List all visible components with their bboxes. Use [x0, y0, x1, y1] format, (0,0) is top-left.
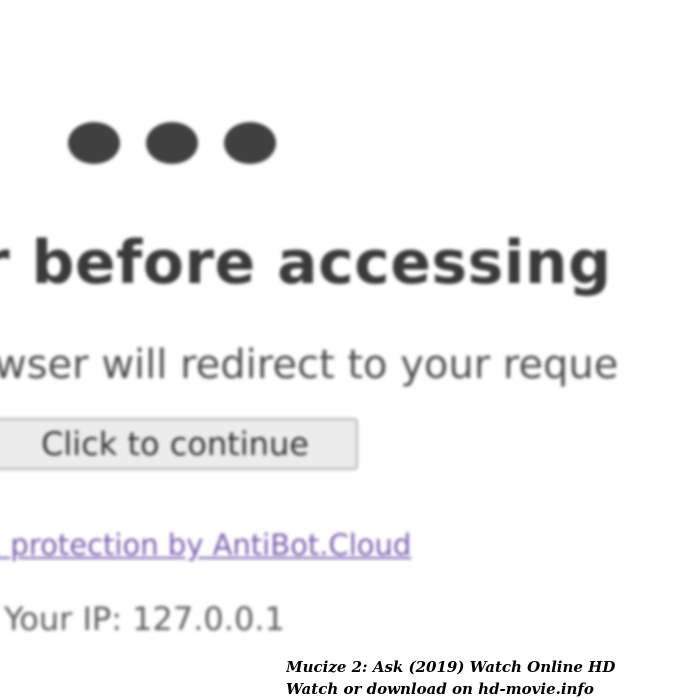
loading-dot: [224, 122, 276, 164]
watermark-line-1: Mucize 2: Ask (2019) Watch Online HD: [286, 658, 616, 676]
continue-button[interactable]: Click to continue: [0, 418, 358, 470]
redirect-message: wser will redirect to your reque: [0, 342, 619, 388]
loading-dot: [68, 122, 120, 164]
watermark-caption: Mucize 2: Ask (2019) Watch Online HD Wat…: [286, 656, 700, 700]
page-headline: r before accessing: [0, 228, 612, 298]
ip-address-text: Your IP: 127.0.0.1: [4, 600, 285, 638]
three-dots-loading-icon: [68, 122, 276, 164]
antibot-protection-link[interactable]: . protection by AntiBot.Cloud: [0, 528, 411, 562]
watermark-line-2: Watch or download on hd-movie.info: [286, 680, 594, 698]
challenge-page: r before accessing wser will redirect to…: [0, 0, 700, 700]
loading-dot: [146, 122, 198, 164]
